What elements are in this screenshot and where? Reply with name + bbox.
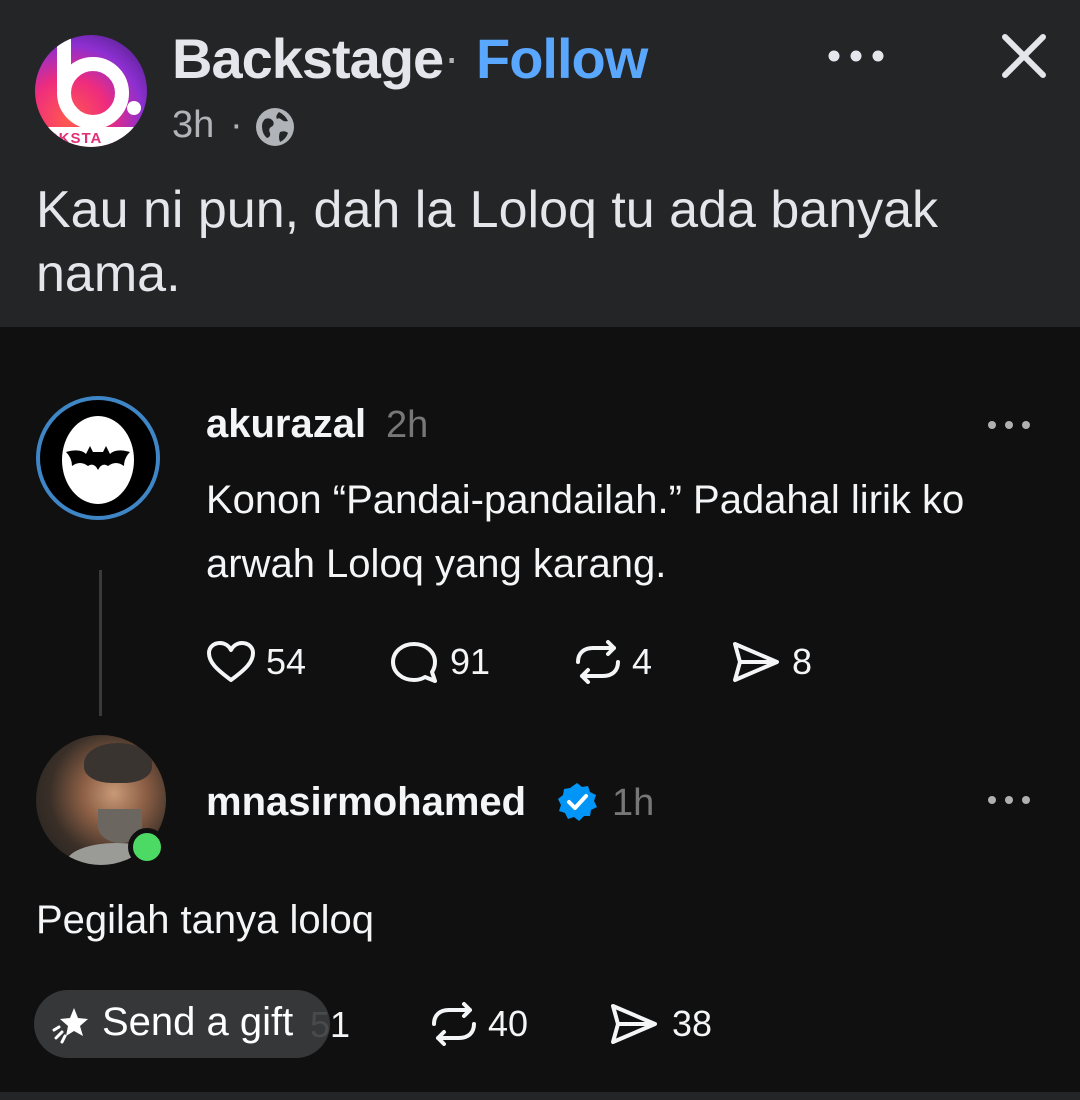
send-icon [733,642,779,682]
reply2-share-button[interactable]: 38 [608,1002,712,1046]
reply2-share-count: 38 [672,1003,713,1044]
threads-screenshot [0,327,1080,1092]
reply2-more-icon[interactable] [986,793,1032,807]
post-time[interactable]: 3h [172,104,214,147]
reply1-time: 2h [386,404,429,446]
send-gift-button[interactable]: Send a gift [34,990,330,1058]
akurazal-avatar[interactable] [36,396,160,520]
reply1-repost-button[interactable]: 4 [570,640,652,684]
verified-badge-icon [558,783,597,821]
reply1-username[interactable]: akurazal [206,402,366,447]
reply1-like-count: 54 [266,641,307,682]
reply2-repost-button[interactable]: 40 [426,1002,528,1046]
logo-ring [57,57,129,129]
name-separator: · [444,31,460,83]
reply2-text: Pegilah tanya loloq [36,898,375,942]
reply2-repost-count: 40 [488,1003,529,1044]
reply2-username[interactable]: mnasirmohamed [206,780,526,825]
page-name[interactable]: Backstage [172,26,444,91]
post-header: ACKSTA Backstage · Follow 3h · Kau ni pu… [0,0,1080,327]
reply1-more-icon[interactable] [986,418,1032,432]
more-options-icon[interactable] [826,44,886,68]
egg-bat-logo-icon [62,416,134,504]
reply1-text: Konon “Pandai-pandailah.” Padahal lirik … [206,478,965,586]
repost-icon [432,1002,476,1046]
reply1-share-count: 8 [792,641,813,682]
close-icon[interactable] [1000,32,1048,80]
bottom-divider [0,1092,1080,1100]
repost-icon [576,640,620,684]
reply1-comment-button[interactable]: 91 [388,640,490,684]
send-gift-label: Send a gift [102,1000,294,1044]
gift-star-icon [52,1008,88,1044]
online-status-badge [128,828,166,866]
heart-icon [207,641,255,682]
post-caption: Kau ni pun, dah la Loloq tu ada banyak n… [36,181,939,303]
globe-icon [256,108,294,146]
reply1-comment-count: 91 [450,641,491,682]
thread-connector-line [99,570,102,716]
reply2-time: 1h [612,782,655,824]
time-separator: · [230,104,243,146]
reply1-share-button[interactable]: 8 [730,640,812,684]
avatar-hair [84,743,152,783]
reply1-like-button[interactable]: 54 [206,640,306,684]
logo-dot [127,101,141,115]
comment-icon [391,642,437,683]
page-avatar[interactable]: ACKSTA [35,35,147,147]
follow-button[interactable]: Follow [476,26,648,91]
send-icon [611,1004,657,1044]
avatar-text: ACKSTA [35,127,147,147]
reply1-repost-count: 4 [632,641,653,682]
